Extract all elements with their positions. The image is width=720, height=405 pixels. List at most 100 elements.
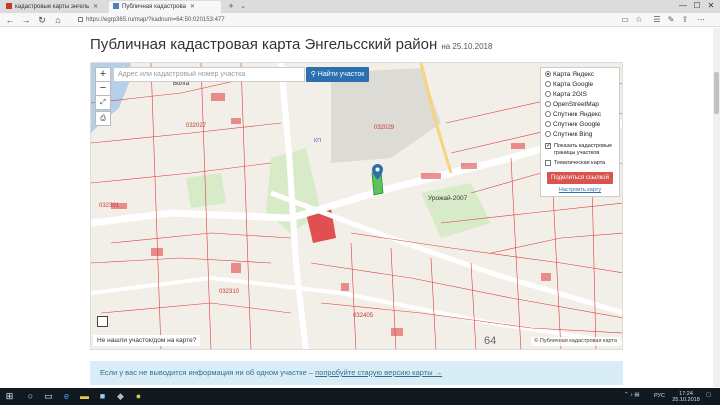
setup-map-link[interactable]: Настроить карту [545,187,615,193]
refresh-button[interactable]: ↻ [36,14,48,26]
layer-option[interactable]: Карта Google [545,80,615,90]
favorites-hub-icon[interactable]: ☰ [652,15,662,25]
layer-label: Спутник Bing [553,131,593,138]
map-label-quarter: 032405 [353,313,374,319]
tab-2-label: Публичная кадастрова [122,4,186,10]
windows-start-icon[interactable]: ⊞ [3,390,16,403]
clock[interactable]: 17:24 25.10.2018 [672,391,700,403]
tray-icons[interactable]: ⌃ ♪ ▤ [624,392,640,398]
layer-option[interactable]: Карта Яндекс [545,70,615,80]
edge-browser-icon[interactable]: e [60,390,73,403]
info-alert: Если у вас не выводится информация ни об… [90,361,623,385]
layer-label: Карта 2GIS [553,91,588,98]
clock-date: 25.10.2018 [672,397,700,403]
thematic-map-label: Тематическая карта [554,160,606,166]
map-label-quarter: 032027 [186,123,207,129]
home-button[interactable]: ⌂ [52,14,64,26]
thematic-map-option[interactable]: Тематическая карта [545,160,615,167]
ruler-tool-icon[interactable] [97,316,108,327]
lock-icon [78,17,83,22]
radio-icon[interactable] [545,71,551,77]
zoom-in-button[interactable]: + [95,67,111,82]
find-parcel-label: Найти участок [317,71,365,78]
search-icon[interactable]: ○ [24,390,37,403]
app-icon[interactable]: ◆ [114,390,127,403]
notifications-icon[interactable]: ▢ [706,392,711,398]
fullscreen-icon[interactable]: ⤢ [95,95,111,110]
checkbox-icon[interactable] [545,160,551,166]
more-icon[interactable]: ⋯ [696,15,706,25]
share-icon[interactable]: ⇪ [680,15,690,25]
show-borders-label: Показать кадастровые границы участков [554,143,613,156]
layer-option[interactable]: Спутник Яндекс [545,110,615,120]
page-title-text: Публичная кадастровая карта Энгельсский … [90,36,438,53]
url-field[interactable]: https://egrp365.ru/map/?kadnum=64:50:020… [78,15,598,25]
map-label-quarter: 032310 [219,289,240,295]
minimize-button[interactable]: — [676,0,690,12]
task-view-icon[interactable]: ▭ [42,390,55,403]
layer-label: Карта Google [553,81,594,88]
layers-panel: Карта Яндекс Карта Google Карта 2GIS Ope… [540,67,620,197]
layer-option[interactable]: OpenStreetMap [545,100,615,110]
pen-icon[interactable]: ✎ [666,15,676,25]
windows-taskbar: ⊞ ○ ▭ e ▬ ■ ◆ ● ⌃ ♪ ▤ РУС 17:24 25.10.201… [0,388,720,405]
search-input[interactable] [113,67,305,82]
page-title-date: на 25.10.2018 [441,42,493,51]
radio-icon[interactable] [545,111,551,117]
app-icon[interactable]: ● [132,390,145,403]
layer-label: Спутник Google [553,121,601,128]
tab-favicon [113,3,119,9]
location-pin-icon[interactable] [372,164,383,180]
layer-option[interactable]: Карта 2GIS [545,90,615,100]
layer-label: Карта Яндекс [553,71,595,78]
layer-option[interactable]: Спутник Bing [545,130,615,140]
back-button[interactable]: ← [4,14,16,26]
close-icon[interactable]: ✕ [190,4,195,10]
map-label-area: Урожай-2007 [428,195,468,202]
print-icon[interactable]: ⎙ [95,111,111,126]
browser-tab-bar: кадастровые карты энгель ✕ Публичная када… [0,0,720,13]
show-borders-option[interactable]: ✓ Показать кадастровые границы участков [545,143,615,157]
forward-button[interactable]: → [20,14,32,26]
tab-favicon [6,3,12,9]
language-indicator[interactable]: РУС [654,393,665,399]
layer-label: OpenStreetMap [553,101,599,108]
green-area [421,183,491,238]
app-icon[interactable]: ■ [96,390,109,403]
not-found-link[interactable]: Не нашли участок/дом на карте? [93,335,201,346]
file-explorer-icon[interactable]: ▬ [78,390,91,403]
map-label-quarter: 032029 [374,125,395,131]
favorite-star-icon[interactable]: ☆ [634,15,644,25]
browser-tab-2[interactable]: Публичная кадастрова ✕ [109,1,221,13]
cadastral-map[interactable]: Волга 032029 032027 032301 032405 032310… [90,62,623,350]
url-text: https://egrp365.ru/map/?kadnum=64:50:020… [86,17,225,23]
radio-icon[interactable] [545,91,551,97]
browser-tab-1[interactable]: кадастровые карты энгель ✕ [2,1,107,13]
share-link-button[interactable]: Поделиться ссылкой [547,172,613,184]
zoom-out-button[interactable]: − [95,81,111,96]
radio-icon[interactable] [545,101,551,107]
layer-label: Спутник Яндекс [553,111,602,118]
radio-icon[interactable] [545,131,551,137]
map-copyright: © Публичная кадастровая карта [531,337,620,346]
checkbox-checked-icon[interactable]: ✓ [545,143,551,149]
page-title: Публичная кадастровая карта Энгельсский … [90,36,492,53]
map-label-quarter: 032301 [99,203,120,209]
new-tab-button[interactable]: + [226,1,236,12]
tab-1-label: кадастровые карты энгель [15,4,90,10]
alert-text: Если у вас не выводится информация ни об… [100,368,316,377]
maximize-button[interactable]: ☐ [690,0,704,12]
reading-view-icon[interactable]: ▭ [620,15,630,25]
close-window-button[interactable]: ✕ [704,0,718,12]
old-version-link[interactable]: попробуйте старую версию карты → [315,368,442,377]
address-bar: ← → ↻ ⌂ https://egrp365.ru/map/?kadnum=6… [0,13,720,27]
map-label-region-number: 64 [484,335,497,347]
find-parcel-button[interactable]: ⚲ Найти участок [306,67,369,82]
tab-list-button[interactable]: ⌄ [238,1,248,12]
radio-icon[interactable] [545,121,551,127]
close-icon[interactable]: ✕ [93,4,98,10]
radio-icon[interactable] [545,81,551,87]
scrollbar-thumb[interactable] [714,72,719,114]
layer-option[interactable]: Спутник Google [545,120,615,130]
search-icon: ⚲ [310,71,318,78]
